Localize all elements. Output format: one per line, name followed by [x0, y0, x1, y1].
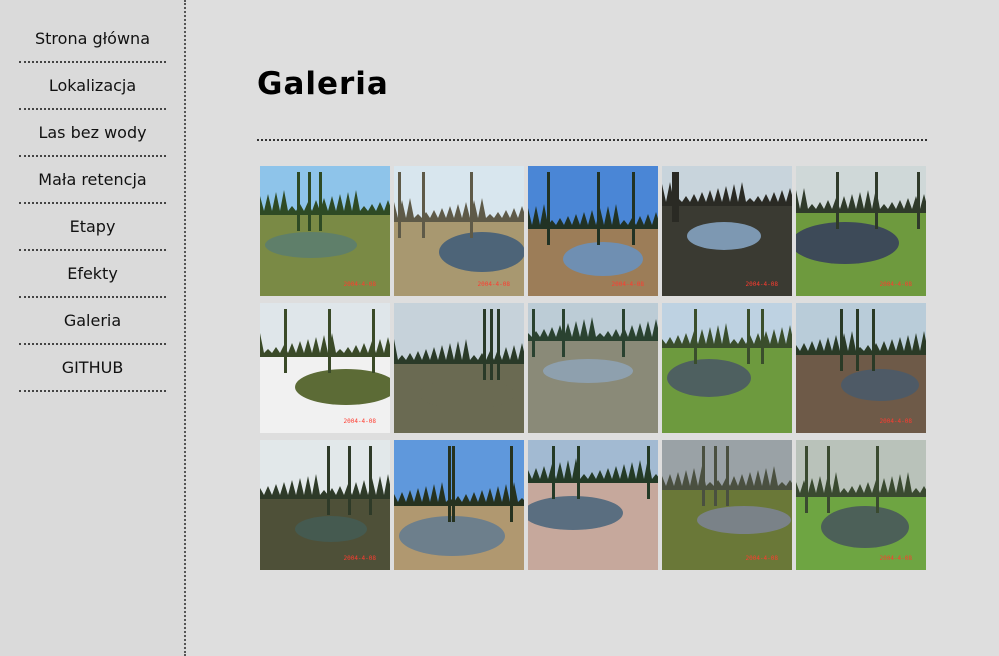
- photo-date-stamp: 2004-4-08: [343, 418, 376, 425]
- photo-image: [528, 440, 658, 570]
- sidebar-item-home[interactable]: Strona główna: [19, 16, 166, 63]
- sidebar-item-effects[interactable]: Efekty: [19, 251, 166, 298]
- gallery-photo[interactable]: 2004-4-08: [796, 303, 926, 433]
- sidebar-item-location[interactable]: Lokalizacja: [19, 63, 166, 110]
- gallery-photo[interactable]: 2004-4-08: [796, 166, 926, 296]
- photo-image: [662, 166, 792, 296]
- photo-image: [528, 166, 658, 296]
- photo-image: [260, 303, 390, 433]
- photo-image: [796, 166, 926, 296]
- photo-date-stamp: 2004-4-08: [745, 281, 778, 288]
- photo-image: [260, 440, 390, 570]
- photo-date-stamp: 2004-4-08: [879, 418, 912, 425]
- sidebar-item-gallery[interactable]: Galeria: [19, 298, 166, 345]
- gallery-photo[interactable]: [662, 303, 792, 433]
- photo-date-stamp: 2004-4-08: [611, 281, 644, 288]
- photo-image: [796, 440, 926, 570]
- photo-image: [260, 166, 390, 296]
- photo-date-stamp: 2004-4-08: [477, 281, 510, 288]
- gallery-photo[interactable]: 2004-4-08: [796, 440, 926, 570]
- gallery-photo[interactable]: 2004-4-08: [528, 166, 658, 296]
- photo-date-stamp: 2004-4-08: [879, 555, 912, 562]
- gallery-photo[interactable]: 2004-4-08: [260, 440, 390, 570]
- main-content: Galeria 2004-4-08 2004-4-08 2004-4-08 2004-…: [187, 0, 999, 656]
- sidebar-item-small-retention[interactable]: Mała retencja: [19, 157, 166, 204]
- gallery-photo[interactable]: 2004-4-08: [260, 166, 390, 296]
- sidebar-item-stages[interactable]: Etapy: [19, 204, 166, 251]
- sidebar-item-github[interactable]: GITHUB: [19, 345, 166, 392]
- gallery-photo[interactable]: [394, 440, 524, 570]
- gallery-photo[interactable]: [528, 440, 658, 570]
- gallery-photo[interactable]: 2004-4-08: [260, 303, 390, 433]
- photo-image: [662, 440, 792, 570]
- gallery-photo[interactable]: [528, 303, 658, 433]
- title-divider: [257, 139, 927, 141]
- gallery-photo[interactable]: 2004-4-08: [662, 440, 792, 570]
- photo-date-stamp: 2004-4-08: [745, 555, 778, 562]
- photo-image: [662, 303, 792, 433]
- sidebar-nav: Strona główna Lokalizacja Las bez wody M…: [0, 0, 184, 392]
- photo-image: [796, 303, 926, 433]
- photo-image: [394, 166, 524, 296]
- gallery-photo[interactable]: 2004-4-08: [394, 166, 524, 296]
- photo-image: [528, 303, 658, 433]
- gallery-photo[interactable]: 2004-4-08: [662, 166, 792, 296]
- photo-gallery: 2004-4-08 2004-4-08 2004-4-08 2004-4-08 2004…: [260, 166, 926, 570]
- photo-date-stamp: 2004-4-08: [343, 555, 376, 562]
- photo-image: [394, 303, 524, 433]
- gallery-photo[interactable]: [394, 303, 524, 433]
- sidebar-item-forest-without-water[interactable]: Las bez wody: [19, 110, 166, 157]
- photo-date-stamp: 2004-4-08: [343, 281, 376, 288]
- sidebar: Strona główna Lokalizacja Las bez wody M…: [0, 0, 186, 656]
- page-title: Galeria: [257, 66, 389, 102]
- photo-date-stamp: 2004-4-08: [879, 281, 912, 288]
- photo-image: [394, 440, 524, 570]
